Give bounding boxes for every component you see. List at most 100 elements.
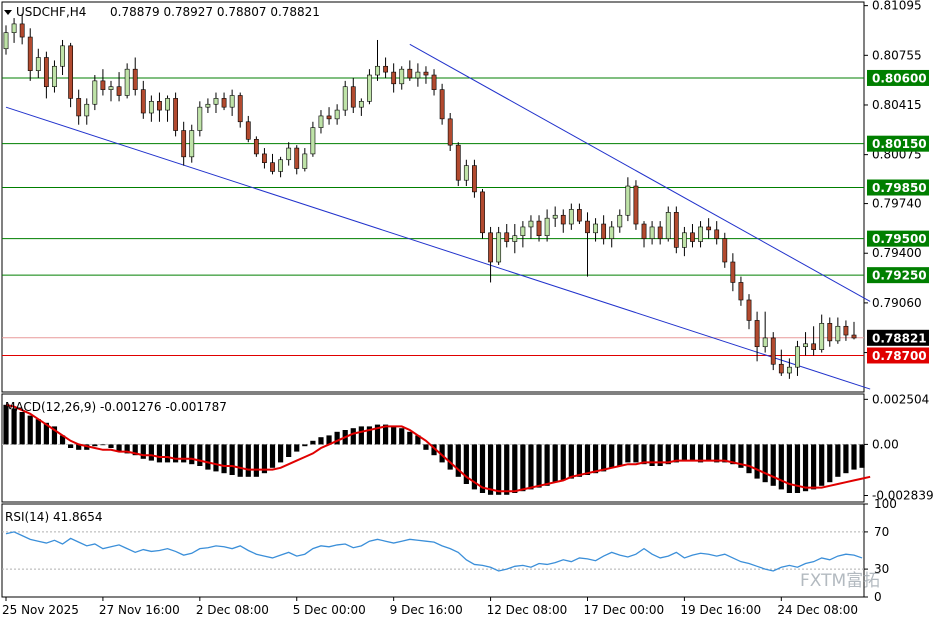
candle-body [383, 65, 388, 73]
candle-body [488, 232, 493, 263]
macd-bar [592, 444, 599, 474]
candle-body [407, 68, 413, 79]
candle [245, 115, 251, 143]
time-tick-label: 9 Dec 16:00 [390, 603, 463, 617]
candle-body [480, 191, 485, 234]
candle-body [173, 98, 178, 131]
level-label: 0.78700 [872, 349, 927, 363]
watermark: FXTM富拓 [800, 571, 880, 591]
macd-bar [164, 444, 171, 463]
candle-body [76, 98, 82, 117]
macd-bar [213, 444, 219, 472]
price-tick-label: 0.79060 [872, 296, 922, 310]
candle-body [19, 23, 25, 38]
macd-bar [487, 444, 494, 495]
candle-body [811, 343, 817, 350]
candle-body [100, 80, 106, 90]
candle [544, 209, 550, 242]
candle-body [746, 299, 752, 321]
macd-bar [310, 440, 316, 445]
macd-bar [447, 444, 453, 470]
candle-body [463, 165, 469, 181]
candle-body [778, 363, 784, 374]
macd-bar [100, 444, 106, 446]
price-tick-label: 0.81095 [872, 0, 922, 13]
macd-bar [819, 444, 825, 486]
candle-body [221, 98, 227, 108]
candle [132, 57, 138, 96]
rsi-title: RSI(14) 41.8654 [5, 510, 103, 524]
candle [35, 48, 41, 78]
candle [552, 206, 558, 227]
candle [407, 60, 413, 81]
candle-body [27, 36, 33, 71]
candle [375, 39, 380, 81]
candle [116, 72, 122, 102]
candle [504, 224, 510, 248]
candle [415, 63, 421, 87]
candle-body [431, 74, 437, 90]
candle-body [229, 95, 235, 108]
trendline-0 [5, 106, 871, 390]
candle [84, 98, 90, 125]
horizontal-levels [2, 77, 864, 356]
candle [262, 148, 267, 169]
chart-header: USDCHF,H4 0.78879 0.78927 0.78807 0.7882… [4, 5, 320, 19]
candle [577, 203, 582, 225]
macd-bar [19, 412, 25, 445]
candle-body [439, 89, 445, 120]
macd-bar [504, 444, 510, 495]
macd-bar [601, 444, 607, 472]
candle-body [245, 121, 251, 140]
candle [181, 121, 187, 166]
candle [294, 145, 300, 175]
candle-body [92, 80, 98, 105]
macd-bar [302, 444, 308, 447]
candle [601, 215, 607, 245]
candle [11, 18, 17, 43]
dropdown-triangle-icon[interactable] [4, 10, 12, 15]
candle [681, 226, 687, 257]
candle-body [681, 232, 687, 248]
candle-body [851, 334, 857, 339]
candle [665, 206, 671, 242]
candle [673, 206, 679, 254]
macd-bar [609, 444, 615, 468]
rsi-tick-label: 70 [874, 525, 889, 539]
macd-panel [2, 403, 871, 495]
time-tick-label: 5 Dec 00:00 [293, 603, 366, 617]
candle-body [649, 226, 655, 239]
candle-body [617, 214, 623, 228]
macd-bar [827, 444, 833, 483]
candle [609, 221, 615, 248]
macd-bar [754, 444, 760, 479]
candle [835, 317, 841, 344]
candle [714, 221, 720, 245]
candle [253, 136, 259, 157]
chart-window[interactable]: 0.81095 0.80755 0.80415 0.80075 0.79740 0.794… [0, 0, 936, 624]
macd-bar [197, 444, 203, 466]
candle [237, 92, 243, 128]
candle [270, 153, 275, 175]
candle [649, 221, 655, 245]
candle-body [326, 115, 332, 120]
candle [520, 221, 526, 248]
trendline-1 [409, 43, 871, 302]
candle [819, 314, 825, 353]
candle-body [415, 71, 421, 79]
candle-body [455, 144, 461, 181]
chart-ohlc: 0.78879 0.78927 0.78807 0.78821 [110, 5, 320, 19]
candle [367, 69, 372, 105]
candle [778, 349, 784, 376]
chart-canvas[interactable]: 0.810950.807550.804150.800750.797400.794… [0, 0, 936, 624]
candle-body [762, 337, 768, 348]
macd-bar [770, 444, 776, 486]
candle [762, 311, 768, 353]
candle-body [108, 86, 114, 90]
candle [657, 221, 663, 245]
rsi-panel [2, 531, 864, 572]
macd-bar [835, 444, 841, 477]
candle-body [197, 106, 203, 131]
candle-body [536, 220, 542, 237]
candle-body [116, 86, 122, 96]
